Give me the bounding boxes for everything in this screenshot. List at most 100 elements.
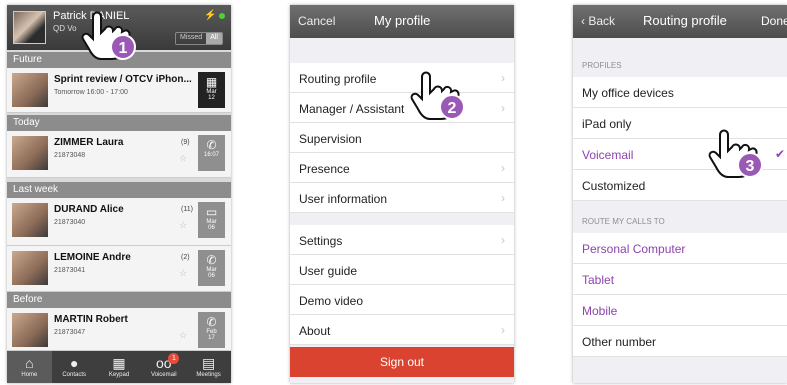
entry-title: LEMOINE Andre [54, 252, 131, 263]
chevron-right-icon: › [501, 323, 505, 337]
calendar-icon: ▦ [205, 75, 218, 89]
entry-title: Sprint review / OTCV iPhon... [54, 74, 192, 85]
menu-item-about[interactable]: About › [290, 315, 514, 345]
chat-tile[interactable]: ▭ Mar 06 [198, 202, 225, 238]
filter-all[interactable]: All [206, 33, 222, 44]
entry-title: DURAND Alice [54, 204, 124, 215]
route-other-number[interactable]: Other number [573, 326, 787, 357]
step-number-1: 1 [119, 40, 128, 57]
call-count: (2) [181, 254, 190, 261]
menu-item-presence[interactable]: Presence › [290, 153, 514, 183]
menu-item-user-guide[interactable]: User guide [290, 255, 514, 285]
keypad-icon: ▦ [112, 355, 126, 371]
section-last-week: Last week [7, 182, 231, 198]
contact-avatar [12, 136, 48, 170]
calendar-tile[interactable]: ▦ Mar 12 [198, 72, 225, 108]
contact-avatar [12, 313, 48, 347]
page-title: Routing profile [643, 13, 727, 28]
page-title: My profile [374, 13, 431, 28]
user-status: QD Vo [53, 24, 77, 33]
favorite-icon[interactable]: ☆ [179, 330, 187, 341]
profile-my-office-devices[interactable]: My office devices [573, 77, 787, 108]
contact-avatar [12, 203, 48, 237]
filter-missed[interactable]: Missed [176, 33, 206, 44]
screen-routing-profile: ‹ Back Routing profile Done PROFILES My … [573, 5, 787, 383]
profile-menu-group-2: Settings › User guide Demo video About › [290, 225, 514, 345]
checkmark-icon: ✔ [774, 147, 785, 161]
tab-contacts[interactable]: ● Contacts [52, 351, 97, 383]
nav-bar: ‹ Back Routing profile Done [573, 5, 787, 38]
route-header: ROUTE MY CALLS TO [582, 217, 665, 226]
step-number-2: 2 [448, 100, 457, 117]
message-count: (11) [181, 206, 193, 213]
screen-my-profile: Cancel My profile Routing profile › Manag… [290, 5, 514, 383]
route-personal-computer[interactable]: Personal Computer [573, 233, 787, 264]
call-tile[interactable]: ✆ 16:07 [198, 135, 225, 171]
list-item[interactable]: ZIMMER Laura 21873048 (9) ☆ ✆ 16:07 [7, 131, 231, 178]
chevron-right-icon: › [501, 71, 505, 85]
call-tile[interactable]: ✆ Feb 17 [198, 312, 225, 348]
entry-subtitle: 21873048 [54, 152, 86, 159]
entry-title: ZIMMER Laura [54, 137, 124, 148]
list-item[interactable]: Sprint review / OTCV iPhon... Tomorrow 1… [7, 68, 231, 113]
tab-bar: ⌂ Home ● Contacts ▦ Keypad oo Voicemail 1 ▤ Me… [7, 351, 231, 383]
meetings-icon: ▤ [201, 355, 216, 371]
list-item[interactable]: LEMOINE Andre 21873041 (2) ☆ ✆ Mar 06 [7, 246, 231, 292]
tab-home[interactable]: ⌂ Home [7, 351, 52, 383]
profile-menu-group-1: Routing profile › Manager / Assistant › Su… [290, 63, 514, 213]
cancel-button[interactable]: Cancel [298, 14, 335, 28]
list-item[interactable]: MARTIN Robert 21873047 ☆ ✆ Feb 17 [7, 308, 231, 351]
chevron-right-icon: › [501, 101, 505, 115]
back-button[interactable]: ‹ Back [581, 14, 615, 28]
tab-keypad[interactable]: ▦ Keypad [97, 351, 142, 383]
phone-icon: ✆ [206, 253, 217, 267]
signal-icon: ⚡ [204, 10, 217, 21]
phone-icon: ✆ [206, 138, 217, 152]
menu-item-settings[interactable]: Settings › [290, 225, 514, 255]
voicemail-icon: oo [156, 355, 172, 371]
avatar[interactable] [13, 11, 46, 44]
entry-title: MARTIN Robert [54, 314, 128, 325]
favorite-icon[interactable]: ☆ [179, 268, 187, 279]
chevron-right-icon: › [501, 191, 505, 205]
hand-cursor-step-2: 2 [408, 67, 468, 123]
menu-item-demo-video[interactable]: Demo video [290, 285, 514, 315]
step-number-3: 3 [746, 158, 755, 175]
entry-subtitle: 21873040 [54, 219, 86, 226]
route-list: Personal Computer Tablet Mobile Other nu… [573, 233, 787, 357]
call-count: (9) [181, 139, 190, 146]
hand-cursor-step-1: 1 [79, 7, 139, 63]
contacts-icon: ● [69, 355, 79, 371]
sign-out-button[interactable]: Sign out [290, 347, 514, 377]
done-button[interactable]: Done [761, 14, 787, 28]
favorite-icon[interactable]: ☆ [179, 220, 187, 231]
missed-all-filter[interactable]: Missed All [175, 32, 223, 45]
section-today: Today [7, 115, 231, 131]
screen-home: Patrick DANIEL QD Vo ⚡ Missed All Future… [7, 5, 231, 383]
menu-item-routing-profile[interactable]: Routing profile › [290, 63, 514, 93]
contact-avatar [12, 251, 48, 285]
chevron-right-icon: › [501, 161, 505, 175]
nav-bar: Cancel My profile [290, 5, 514, 38]
section-before: Before [7, 292, 231, 308]
menu-item-user-information[interactable]: User information › [290, 183, 514, 213]
tab-voicemail[interactable]: oo Voicemail 1 [141, 351, 186, 383]
chevron-right-icon: › [501, 233, 505, 247]
entry-subtitle: 21873047 [54, 329, 86, 336]
menu-item-supervision[interactable]: Supervision [290, 123, 514, 153]
entry-subtitle: Tomorrow 16:00 - 17:00 [54, 89, 128, 96]
home-icon: ⌂ [25, 355, 34, 371]
menu-item-manager-assistant[interactable]: Manager / Assistant › [290, 93, 514, 123]
route-mobile[interactable]: Mobile [573, 295, 787, 326]
chat-icon: ▭ [205, 205, 218, 219]
phone-icon: ✆ [206, 315, 217, 329]
presence-dot-icon [219, 13, 225, 19]
tab-meetings[interactable]: ▤ Meetings [186, 351, 231, 383]
meeting-avatar [12, 73, 48, 107]
call-tile[interactable]: ✆ Mar 06 [198, 250, 225, 286]
route-tablet[interactable]: Tablet [573, 264, 787, 295]
favorite-icon[interactable]: ☆ [179, 153, 187, 164]
hand-cursor-step-3: 3 [706, 125, 766, 181]
list-item[interactable]: DURAND Alice 21873040 (11) ☆ ▭ Mar 06 [7, 198, 231, 246]
entry-subtitle: 21873041 [54, 267, 86, 274]
